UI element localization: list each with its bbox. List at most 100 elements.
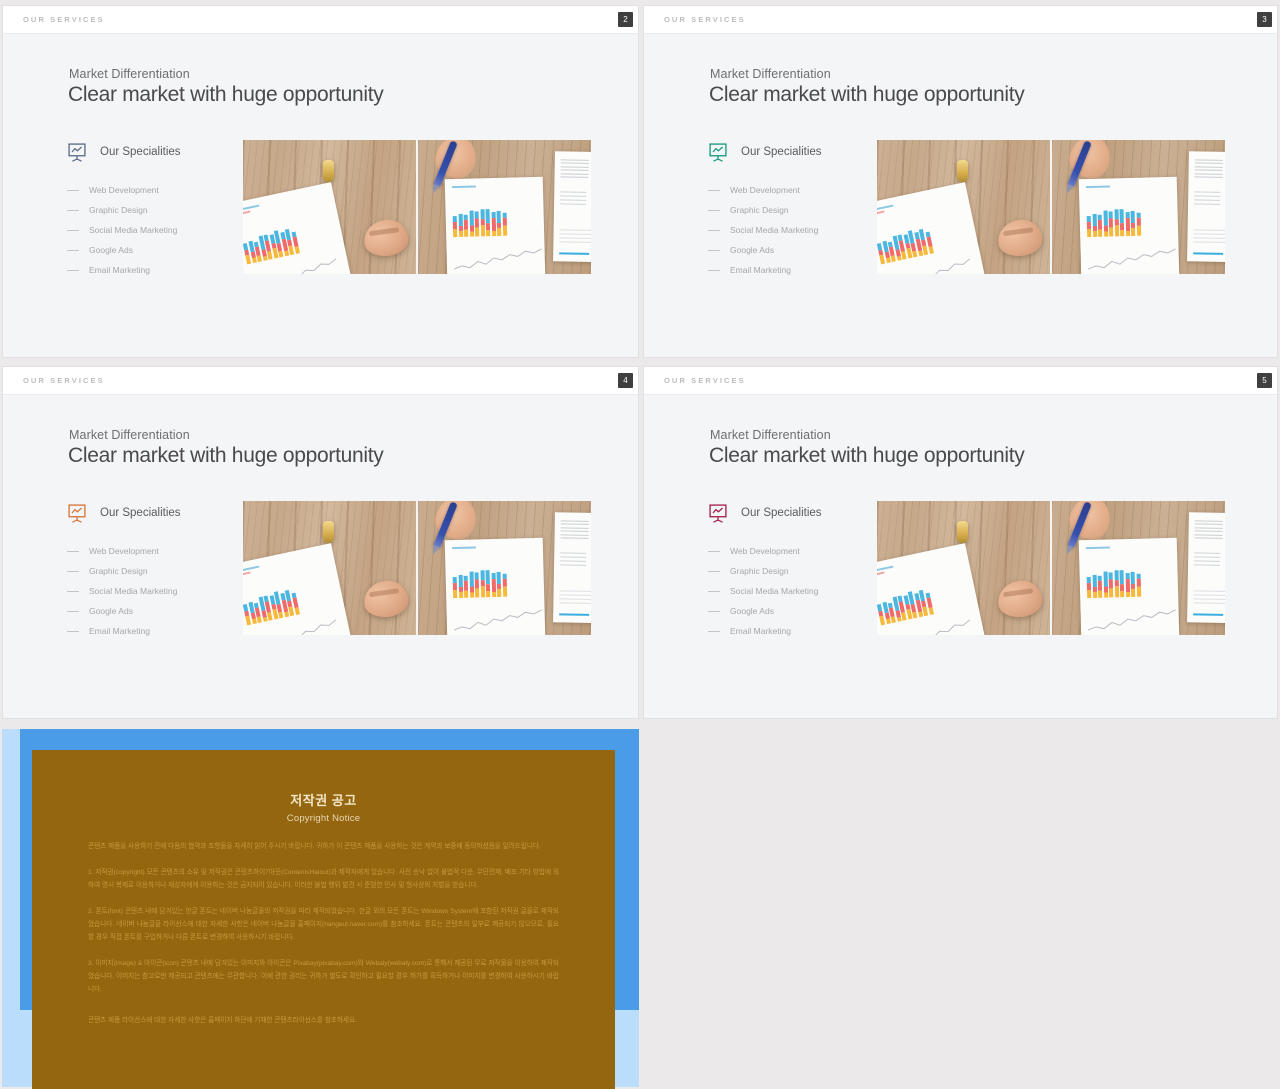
specialities-header: Our Specialities [67,503,181,523]
dash-bullet-icon [708,229,720,231]
copyright-footer: 콘텐츠 제품 라이선스에 대한 자세한 사항은 홈페이지 하단에 기재한 콘텐츠… [88,1017,357,1024]
bar-chart [877,574,967,626]
photo-left-pane [243,140,416,274]
list-item[interactable]: Google Ads [708,240,822,260]
copyright-section-1: 1. 저작권(copyright) 모든 콘텐츠의 소유 및 저작권은 콘텐츠하… [88,869,559,889]
chart-paper [444,537,546,635]
list-item[interactable]: Graphic Design [67,561,181,581]
list-item-label: Web Development [89,546,159,556]
list-item[interactable]: Graphic Design [708,200,822,220]
copyright-title-korean: 저작권 공고 [290,793,357,808]
slide-header: OUR SERVICES 4 [3,367,638,395]
list-item-label: Graphic Design [730,205,789,215]
slide-panel-2[interactable]: OUR SERVICES 2 Market Differentiation Cl… [2,5,639,358]
specialities-list: Web Development Graphic Design Social Me… [708,180,822,280]
list-item[interactable]: Web Development [708,180,822,200]
slide-kicker: Market Differentiation [710,428,831,442]
desk-photo[interactable] [243,501,591,635]
list-item-label: Social Media Marketing [730,586,819,596]
specialities-block: Our Specialities Web Development Graphic… [67,503,181,641]
specialities-block: Our Specialities Web Development Graphic… [708,503,822,641]
dash-bullet-icon [67,550,79,552]
doc-text-lines [560,520,589,541]
list-item[interactable]: Social Media Marketing [708,581,822,601]
doc-footer-lines [1193,590,1225,607]
presentation-board-icon [709,143,727,162]
bar-chart [1086,562,1175,599]
list-item[interactable]: Google Ads [708,601,822,621]
list-item[interactable]: Google Ads [67,240,181,260]
list-item[interactable]: Email Marketing [67,260,181,280]
door-knob-icon [322,160,334,182]
dash-bullet-icon [67,229,79,231]
list-item-label: Google Ads [89,245,133,255]
photo-right-pane [1050,140,1225,274]
doc-text-lines [1194,552,1221,568]
list-item-label: Email Marketing [730,626,791,636]
doc-link-bar [1193,613,1224,616]
bar-chart [452,562,541,599]
list-item-label: Google Ads [89,606,133,616]
copyright-panel[interactable]: 저작권 공고 Copyright Notice 콘텐츠 제품을 사용하기 전에 … [2,729,639,1089]
slide-header: OUR SERVICES 2 [3,6,638,34]
chart-paper [1078,537,1180,635]
list-item[interactable]: Email Marketing [708,260,822,280]
slide-headline: Clear market with huge opportunity [68,444,384,467]
slide-kicker: Market Differentiation [69,428,190,442]
slide-panel-4[interactable]: OUR SERVICES 4 Market Differentiation Cl… [2,366,639,719]
photo-right-pane [416,140,591,274]
bar-chart [243,213,333,265]
slide-body: Market Differentiation Clear market with… [644,34,1277,357]
list-item[interactable]: Email Marketing [67,621,181,641]
slide-panel-5[interactable]: OUR SERVICES 5 Market Differentiation Cl… [643,366,1278,719]
list-item[interactable]: Social Media Marketing [67,581,181,601]
doc-footer-lines [559,229,591,246]
chart-paper [1078,176,1180,274]
dash-bullet-icon [67,630,79,632]
desk-photo[interactable] [243,140,591,274]
list-item[interactable]: Web Development [67,541,181,561]
dash-bullet-icon [708,269,720,271]
copyright-title-english: Copyright Notice [286,813,361,824]
line-chart [1087,606,1176,634]
list-item[interactable]: Google Ads [67,601,181,621]
presentation-board-icon [68,143,86,162]
doc-text-lines [1194,520,1223,541]
dash-bullet-icon [67,269,79,271]
resume-document [1187,151,1225,263]
list-item[interactable]: Graphic Design [708,561,822,581]
list-item-label: Graphic Design [89,566,148,576]
list-item[interactable]: Web Development [708,541,822,561]
resume-document [1187,512,1225,624]
dash-bullet-icon [708,209,720,211]
specialities-list: Web Development Graphic Design Social Me… [708,541,822,641]
list-item-label: Email Marketing [89,626,150,636]
copyright-content: 저작권 공고 Copyright Notice 콘텐츠 제품을 사용하기 전에 … [32,750,615,1089]
slide-headline: Clear market with huge opportunity [709,83,1025,106]
specialities-header: Our Specialities [67,142,181,162]
dash-bullet-icon [67,590,79,592]
presentation-board-icon [68,504,86,523]
specialities-title: Our Specialities [100,146,181,158]
list-item[interactable]: Social Media Marketing [708,220,822,240]
slide-kicker: Market Differentiation [710,67,831,81]
dash-bullet-icon [67,249,79,251]
specialities-header: Our Specialities [708,503,822,523]
list-item[interactable]: Web Development [67,180,181,200]
bar-chart [243,574,333,626]
slide-body: Market Differentiation Clear market with… [644,395,1277,718]
dash-bullet-icon [708,610,720,612]
paper-title-bar [877,571,885,577]
desk-photo[interactable] [877,140,1225,274]
doc-text-lines [560,191,587,207]
specialities-list: Web Development Graphic Design Social Me… [67,180,181,280]
list-item-label: Google Ads [730,606,774,616]
slide-eyebrow: OUR SERVICES [23,15,105,24]
list-item[interactable]: Email Marketing [708,621,822,641]
list-item[interactable]: Social Media Marketing [67,220,181,240]
dash-bullet-icon [708,630,720,632]
slide-panel-3[interactable]: OUR SERVICES 3 Market Differentiation Cl… [643,5,1278,358]
list-item[interactable]: Graphic Design [67,200,181,220]
door-knob-icon [956,521,968,543]
desk-photo[interactable] [877,501,1225,635]
